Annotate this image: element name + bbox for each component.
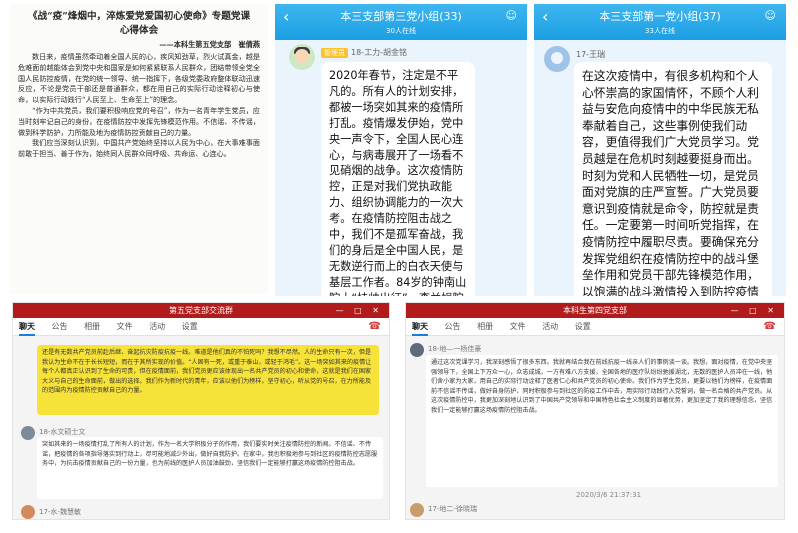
chat-header: ‹ 本三支部第三党小组(33) 30人在线 ☺ [275, 4, 527, 40]
tab-chat[interactable]: 聊天 [19, 319, 35, 336]
document-subtitle: 心得体会 [119, 25, 159, 36]
window-titlebar[interactable]: 第五党支部交流群 — □ ✕ [13, 303, 389, 318]
document-author: ——本科生第五党支部 崔倩燕 [159, 40, 260, 49]
document-paragraph: 我们应当深刻认识到，中国共产党始终坚持以人民为中心，在大事难事面前敢于担当、善于… [18, 138, 260, 159]
message-sender: 管理员 18-工力-胡金铭 [321, 47, 407, 58]
avatar[interactable] [410, 503, 424, 517]
message-sender: 18-水文硕士文 [39, 428, 86, 436]
avatar[interactable] [544, 46, 570, 72]
message-bubble[interactable]: 通过这次党课学习，我深刻感悟了很多东西。我就再结合我在前线抗疫一线亲人们的事例谈… [426, 355, 778, 487]
tab-album[interactable]: 相册 [477, 318, 493, 336]
tab-album[interactable]: 相册 [84, 318, 100, 336]
tab-activity[interactable]: 活动 [149, 318, 165, 336]
message-sender: 17-地二-徐晓瑞 [428, 505, 477, 513]
message-timestamp: 2020/3/6 21:37:31 [576, 491, 642, 499]
tab-announcement[interactable]: 公告 [445, 318, 461, 336]
window-controls[interactable]: — □ ✕ [731, 303, 778, 318]
message-bubble-highlighted[interactable]: 还是有无数共产党员前赴后继、奋起抗灾防疫抗疫一线。难道是他们真的不怕死吗？我想不… [37, 345, 379, 415]
document-title: 《战“疫”烽烟中，淬炼爱党爱国初心使命》专题党课 [27, 11, 251, 22]
group-title: 本三支部第三党小组(33) [340, 10, 462, 23]
message-sender: 17-水-魏慧敏 [39, 508, 81, 516]
message-sender: 18-地—一杨佳豪 [428, 345, 482, 353]
document-paragraph: “作为中共党员，我们要积极响应党的号召”，作为一名青年学生党员，应当时刻牢记自己… [18, 105, 260, 137]
document-paragraph: 数日来，疫情虽然牵动着全国人民的心，疾风知劲草，烈火试真金，越是危难面前越能体会… [18, 52, 260, 105]
avatar[interactable] [289, 44, 315, 70]
back-arrow-icon[interactable]: ‹ [283, 9, 289, 25]
document-image: 《战“疫”烽烟中，淬炼爱党爱国初心使命》专题党课 心得体会 ——本科生第五党支部… [10, 4, 268, 294]
chat-tabs: 聊天 公告 相册 文件 活动 设置 ☎ [406, 318, 784, 336]
phone-call-icon[interactable]: ☎ [369, 318, 381, 336]
back-arrow-icon[interactable]: ‹ [542, 9, 548, 25]
avatar-face [295, 49, 309, 63]
phone-chat-window: ‹ 本三支部第一党小组(37) 33人在线 ☺ 17-王瑞 在这次疫情中，有很多… [534, 4, 786, 296]
group-members-icon[interactable]: ☺ [506, 10, 517, 22]
tab-chat[interactable]: 聊天 [412, 319, 428, 336]
group-title: 本三支部第一党小组(37) [599, 10, 721, 23]
tab-files[interactable]: 文件 [510, 318, 526, 336]
desktop-chat-window: 第五党支部交流群 — □ ✕ 聊天 公告 相册 文件 活动 设置 ☎ 还是有无数… [12, 302, 390, 520]
desktop-chat-window: 本科生第四党支部 — □ ✕ 聊天 公告 相册 文件 活动 设置 ☎ 18-地—… [405, 302, 785, 520]
online-count: 33人在线 [645, 27, 675, 35]
admin-badge: 管理员 [321, 48, 348, 58]
sender-name: 17-王瑞 [576, 50, 606, 59]
chat-header: ‹ 本三支部第一党小组(37) 33人在线 ☺ [534, 4, 786, 40]
tab-announcement[interactable]: 公告 [52, 318, 68, 336]
avatar[interactable] [410, 343, 424, 357]
sender-name: 18-工力-胡金铭 [351, 48, 407, 57]
avatar[interactable] [21, 426, 35, 440]
chat-tabs: 聊天 公告 相册 文件 活动 设置 ☎ [13, 318, 389, 336]
window-controls[interactable]: — □ ✕ [336, 303, 383, 318]
online-count: 30人在线 [386, 27, 416, 35]
phone-call-icon[interactable]: ☎ [764, 318, 776, 336]
tab-activity[interactable]: 活动 [542, 318, 558, 336]
group-members-icon[interactable]: ☺ [765, 10, 776, 22]
message-bubble[interactable]: 突如其来的一场疫情打乱了所有人的计划，作为一名大学积极分子的作用，我们要实时关注… [37, 437, 383, 499]
message-bubble[interactable]: 在这次疫情中，有很多机构和个人心怀崇高的家国情怀，不顾个人利益与安危向疫情中的中… [574, 62, 772, 296]
window-titlebar[interactable]: 本科生第四党支部 — □ ✕ [406, 303, 784, 318]
avatar[interactable] [21, 505, 35, 519]
phone-chat-window: ‹ 本三支部第三党小组(33) 30人在线 ☺ 管理员 18-工力-胡金铭 202… [275, 4, 527, 296]
tab-settings[interactable]: 设置 [182, 318, 198, 336]
tab-settings[interactable]: 设置 [575, 318, 591, 336]
window-title: 本科生第四党支部 [563, 306, 627, 315]
tab-files[interactable]: 文件 [117, 318, 133, 336]
message-bubble[interactable]: 2020年春节，注定是不平凡的。所有人的计划安排，都被一场突如其来的疫情所打乱。… [321, 62, 475, 296]
avatar-face [551, 52, 563, 64]
window-title: 第五党支部交流群 [169, 306, 233, 315]
